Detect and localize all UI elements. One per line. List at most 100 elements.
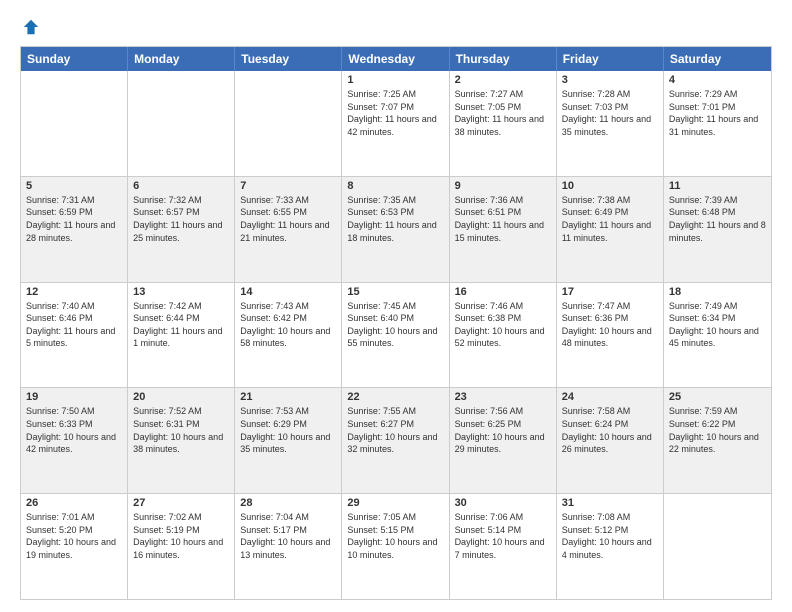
day-number: 25 (669, 391, 766, 403)
cell-sun-info: Sunrise: 7:58 AM Sunset: 6:24 PM Dayligh… (562, 405, 658, 455)
calendar-cell: 11 Sunrise: 7:39 AM Sunset: 6:48 PM Dayli… (664, 177, 771, 282)
day-number: 22 (347, 391, 443, 403)
day-number: 9 (455, 180, 551, 192)
day-number: 20 (133, 391, 229, 403)
calendar: SundayMondayTuesdayWednesdayThursdayFrid… (20, 46, 772, 600)
calendar-cell: 31 Sunrise: 7:08 AM Sunset: 5:12 PM Dayli… (557, 494, 664, 599)
day-number: 14 (240, 286, 336, 298)
day-number: 6 (133, 180, 229, 192)
day-number: 26 (26, 497, 122, 509)
calendar-cell: 23 Sunrise: 7:56 AM Sunset: 6:25 PM Dayli… (450, 388, 557, 493)
day-number: 12 (26, 286, 122, 298)
calendar-row: 12 Sunrise: 7:40 AM Sunset: 6:46 PM Dayli… (21, 283, 771, 389)
calendar-cell: 21Sunrise: 7:53 AM Sunset: 6:29 PM Dayli… (235, 388, 342, 493)
cell-sun-info: Sunrise: 7:39 AM Sunset: 6:48 PM Dayligh… (669, 194, 766, 244)
calendar-cell: 28 Sunrise: 7:04 AM Sunset: 5:17 PM Dayli… (235, 494, 342, 599)
calendar-cell (664, 494, 771, 599)
cell-sun-info: Sunrise: 7:32 AM Sunset: 6:57 PM Dayligh… (133, 194, 229, 244)
day-number: 19 (26, 391, 122, 403)
cell-sun-info: Sunrise: 7:45 AM Sunset: 6:40 PM Dayligh… (347, 300, 443, 350)
calendar-row: 26 Sunrise: 7:01 AM Sunset: 5:20 PM Dayli… (21, 494, 771, 599)
calendar-day-header: Monday (128, 47, 235, 71)
cell-sun-info: Sunrise: 7:43 AM Sunset: 6:42 PM Dayligh… (240, 300, 336, 350)
day-number: 8 (347, 180, 443, 192)
cell-sun-info: Sunrise: 7:38 AM Sunset: 6:49 PM Dayligh… (562, 194, 658, 244)
day-number: 10 (562, 180, 658, 192)
day-number: 13 (133, 286, 229, 298)
calendar-cell: 30 Sunrise: 7:06 AM Sunset: 5:14 PM Dayli… (450, 494, 557, 599)
calendar-cell: 26 Sunrise: 7:01 AM Sunset: 5:20 PM Dayli… (21, 494, 128, 599)
cell-sun-info: Sunrise: 7:56 AM Sunset: 6:25 PM Dayligh… (455, 405, 551, 455)
calendar-day-header: Wednesday (342, 47, 449, 71)
cell-sun-info: Sunrise: 7:08 AM Sunset: 5:12 PM Dayligh… (562, 511, 658, 561)
calendar-cell: 2 Sunrise: 7:27 AM Sunset: 7:05 PM Daylig… (450, 71, 557, 176)
calendar-day-header: Tuesday (235, 47, 342, 71)
day-number: 23 (455, 391, 551, 403)
calendar-cell: 25 Sunrise: 7:59 AM Sunset: 6:22 PM Dayli… (664, 388, 771, 493)
calendar-day-header: Thursday (450, 47, 557, 71)
day-number: 2 (455, 74, 551, 86)
calendar-cell: 17 Sunrise: 7:47 AM Sunset: 6:36 PM Dayli… (557, 283, 664, 388)
cell-sun-info: Sunrise: 7:46 AM Sunset: 6:38 PM Dayligh… (455, 300, 551, 350)
cell-sun-info: Sunrise: 7:35 AM Sunset: 6:53 PM Dayligh… (347, 194, 443, 244)
calendar-cell: 20 Sunrise: 7:52 AM Sunset: 6:31 PM Dayli… (128, 388, 235, 493)
calendar-cell (235, 71, 342, 176)
calendar-cell: 9 Sunrise: 7:36 AM Sunset: 6:51 PM Daylig… (450, 177, 557, 282)
cell-sun-info: Sunrise: 7:28 AM Sunset: 7:03 PM Dayligh… (562, 88, 658, 138)
cell-sun-info: Sunrise: 7:27 AM Sunset: 7:05 PM Dayligh… (455, 88, 551, 138)
calendar-cell: 16 Sunrise: 7:46 AM Sunset: 6:38 PM Dayli… (450, 283, 557, 388)
day-number: 17 (562, 286, 658, 298)
calendar-cell: 6 Sunrise: 7:32 AM Sunset: 6:57 PM Daylig… (128, 177, 235, 282)
calendar-day-header: Friday (557, 47, 664, 71)
calendar-cell: 27 Sunrise: 7:02 AM Sunset: 5:19 PM Dayli… (128, 494, 235, 599)
calendar-cell: 8 Sunrise: 7:35 AM Sunset: 6:53 PM Daylig… (342, 177, 449, 282)
cell-sun-info: Sunrise: 7:50 AM Sunset: 6:33 PM Dayligh… (26, 405, 122, 455)
day-number: 27 (133, 497, 229, 509)
day-number: 30 (455, 497, 551, 509)
cell-sun-info: Sunrise: 7:53 AM Sunset: 6:29 PM Dayligh… (240, 405, 336, 455)
logo (20, 18, 40, 36)
calendar-cell: 29 Sunrise: 7:05 AM Sunset: 5:15 PM Dayli… (342, 494, 449, 599)
cell-sun-info: Sunrise: 7:31 AM Sunset: 6:59 PM Dayligh… (26, 194, 122, 244)
cell-sun-info: Sunrise: 7:52 AM Sunset: 6:31 PM Dayligh… (133, 405, 229, 455)
calendar-header: SundayMondayTuesdayWednesdayThursdayFrid… (21, 47, 771, 71)
cell-sun-info: Sunrise: 7:02 AM Sunset: 5:19 PM Dayligh… (133, 511, 229, 561)
day-number: 5 (26, 180, 122, 192)
day-number: 16 (455, 286, 551, 298)
calendar-day-header: Saturday (664, 47, 771, 71)
cell-sun-info: Sunrise: 7:49 AM Sunset: 6:34 PM Dayligh… (669, 300, 766, 350)
day-number: 29 (347, 497, 443, 509)
calendar-body: 1Sunrise: 7:25 AM Sunset: 7:07 PM Daylig… (21, 71, 771, 599)
calendar-cell (128, 71, 235, 176)
cell-sun-info: Sunrise: 7:05 AM Sunset: 5:15 PM Dayligh… (347, 511, 443, 561)
calendar-cell: 22 Sunrise: 7:55 AM Sunset: 6:27 PM Dayli… (342, 388, 449, 493)
day-number: 28 (240, 497, 336, 509)
page: SundayMondayTuesdayWednesdayThursdayFrid… (0, 0, 792, 612)
calendar-cell: 14 Sunrise: 7:43 AM Sunset: 6:42 PM Dayli… (235, 283, 342, 388)
calendar-cell: 4 Sunrise: 7:29 AM Sunset: 7:01 PM Daylig… (664, 71, 771, 176)
cell-sun-info: Sunrise: 7:55 AM Sunset: 6:27 PM Dayligh… (347, 405, 443, 455)
day-number: 15 (347, 286, 443, 298)
cell-sun-info: Sunrise: 7:47 AM Sunset: 6:36 PM Dayligh… (562, 300, 658, 350)
day-number: 3 (562, 74, 658, 86)
calendar-cell: 13Sunrise: 7:42 AM Sunset: 6:44 PM Dayli… (128, 283, 235, 388)
calendar-cell: 1Sunrise: 7:25 AM Sunset: 7:07 PM Daylig… (342, 71, 449, 176)
day-number: 11 (669, 180, 766, 192)
cell-sun-info: Sunrise: 7:29 AM Sunset: 7:01 PM Dayligh… (669, 88, 766, 138)
cell-sun-info: Sunrise: 7:36 AM Sunset: 6:51 PM Dayligh… (455, 194, 551, 244)
calendar-cell: 5 Sunrise: 7:31 AM Sunset: 6:59 PM Daylig… (21, 177, 128, 282)
cell-sun-info: Sunrise: 7:06 AM Sunset: 5:14 PM Dayligh… (455, 511, 551, 561)
calendar-cell: 10 Sunrise: 7:38 AM Sunset: 6:49 PM Dayli… (557, 177, 664, 282)
cell-sun-info: Sunrise: 7:01 AM Sunset: 5:20 PM Dayligh… (26, 511, 122, 561)
calendar-cell: 12 Sunrise: 7:40 AM Sunset: 6:46 PM Dayli… (21, 283, 128, 388)
calendar-cell: 19 Sunrise: 7:50 AM Sunset: 6:33 PM Dayli… (21, 388, 128, 493)
cell-sun-info: Sunrise: 7:40 AM Sunset: 6:46 PM Dayligh… (26, 300, 122, 350)
calendar-cell (21, 71, 128, 176)
cell-sun-info: Sunrise: 7:59 AM Sunset: 6:22 PM Dayligh… (669, 405, 766, 455)
calendar-cell: 15 Sunrise: 7:45 AM Sunset: 6:40 PM Dayli… (342, 283, 449, 388)
day-number: 4 (669, 74, 766, 86)
calendar-cell: 3 Sunrise: 7:28 AM Sunset: 7:03 PM Daylig… (557, 71, 664, 176)
day-number: 31 (562, 497, 658, 509)
cell-sun-info: Sunrise: 7:04 AM Sunset: 5:17 PM Dayligh… (240, 511, 336, 561)
header (20, 18, 772, 36)
